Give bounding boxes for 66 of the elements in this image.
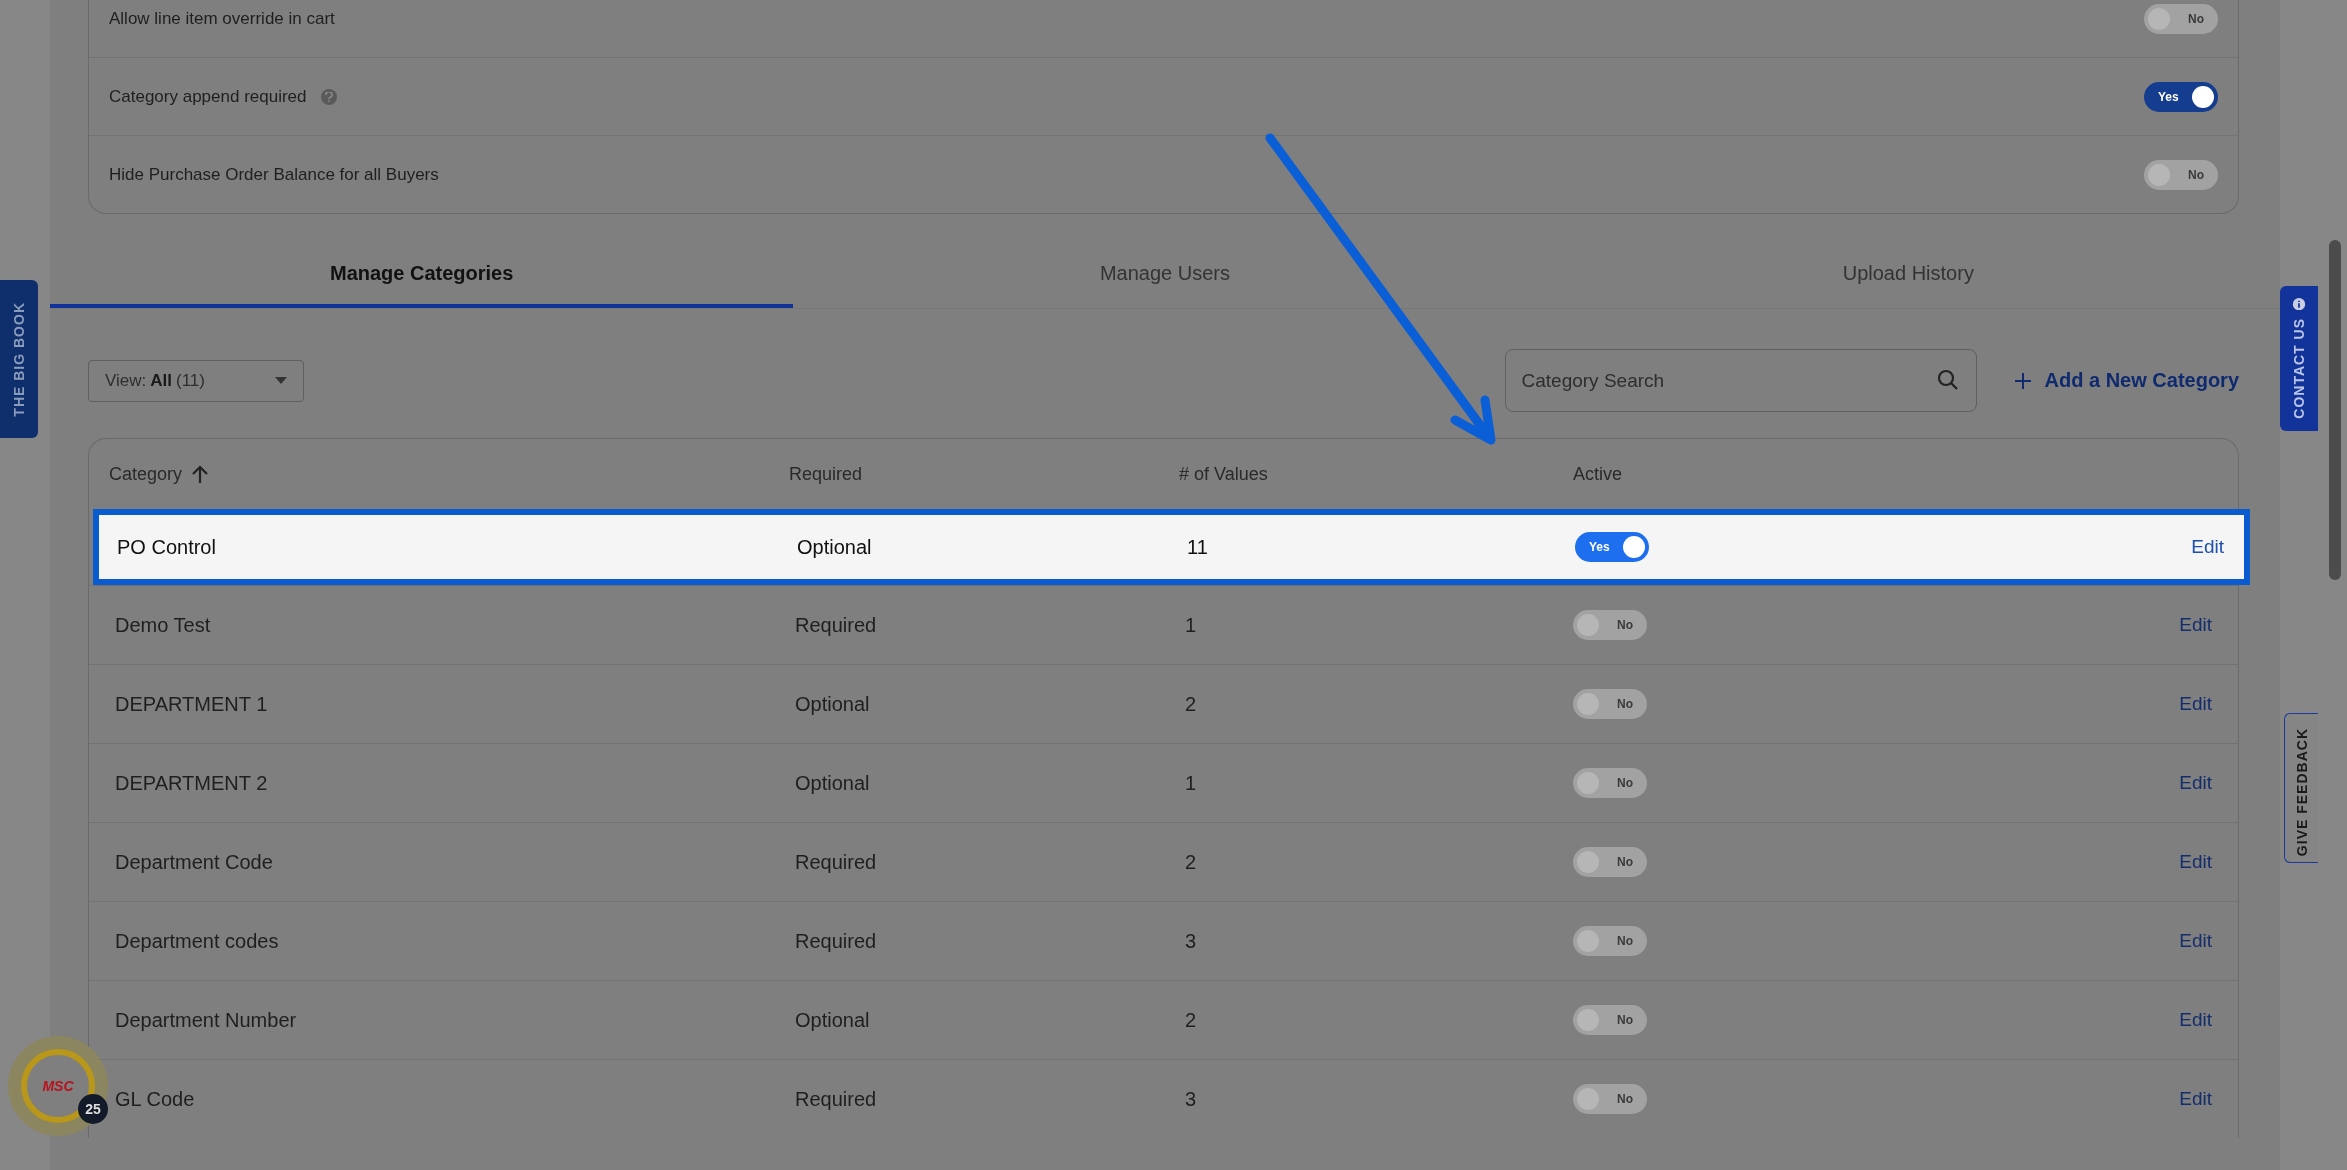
toggle-switch[interactable]: Yes <box>1575 532 1649 562</box>
tab[interactable]: Manage Users <box>793 242 1537 308</box>
side-tab[interactable]: THE BIG BOOK <box>0 280 38 438</box>
table-cell-text: Optional <box>796 535 873 559</box>
table-cell-text: 3 <box>1184 1087 1198 1111</box>
plus-icon <box>2014 372 2031 389</box>
setting-label: Category append required <box>109 86 307 107</box>
toggle-switch[interactable]: No <box>2144 159 2218 190</box>
toggle-switch[interactable]: Yes <box>2144 81 2218 112</box>
table-cell-text: 1 <box>1184 613 1198 637</box>
table-cell-text: Required <box>794 1087 878 1111</box>
table-cell-text: 2 <box>1184 692 1198 716</box>
caret-icon <box>275 377 287 384</box>
edit-link[interactable]: Edit <box>2173 1008 2218 1032</box>
table-cell-text: 2 <box>1184 1008 1198 1032</box>
toggle-switch[interactable]: No <box>1573 847 1647 877</box>
give-feedback-tab[interactable]: GIVE FEEDBACK <box>2284 713 2318 863</box>
edit-link[interactable]: Edit <box>2173 850 2218 874</box>
setting-label: Hide Purchase Order Balance for all Buyers <box>109 164 439 185</box>
toggle-switch[interactable]: No <box>1573 1005 1647 1035</box>
table-cell-text: GL Code <box>114 1087 196 1111</box>
edit-link[interactable]: Edit <box>2185 535 2230 559</box>
info-icon <box>2292 298 2306 311</box>
column-header[interactable]: # of Values <box>1179 463 1268 485</box>
scrollbar[interactable] <box>2329 240 2341 580</box>
table-cell-text: DEPARTMENT 1 <box>114 692 269 716</box>
edit-link[interactable]: Edit <box>2173 1087 2218 1111</box>
edit-link[interactable]: Edit <box>2173 613 2218 637</box>
sort-arrow-icon[interactable] <box>192 465 209 483</box>
table-cell-text: PO Control <box>116 535 217 559</box>
toggle-switch[interactable]: No <box>1573 768 1647 798</box>
table-cell-text: Required <box>794 929 878 953</box>
table-cell-text: Department codes <box>114 929 280 953</box>
table-cell-text: Optional <box>794 771 871 795</box>
column-header[interactable]: Active <box>1573 463 1623 485</box>
setting-label: Allow line item override in cart <box>109 8 335 29</box>
column-header[interactable]: Required <box>789 463 863 485</box>
tab[interactable]: Upload History <box>1536 242 2280 308</box>
table-cell-text: Department Code <box>114 850 274 874</box>
table-cell-text: 3 <box>1184 929 1198 953</box>
search-icon[interactable] <box>1936 369 1959 391</box>
table-cell-text: 1 <box>1184 771 1198 795</box>
table-cell-text: DEPARTMENT 2 <box>114 771 269 795</box>
edit-link[interactable]: Edit <box>2173 771 2218 795</box>
toggle-switch[interactable]: No <box>1573 1084 1647 1114</box>
table-cell-text: Optional <box>794 1008 871 1032</box>
tab[interactable]: Manage Categories <box>50 242 794 308</box>
table-cell-text: Required <box>794 613 878 637</box>
count-badge: 25 <box>78 1094 108 1124</box>
add-category-link[interactable]: Add a New Category <box>2014 369 2239 392</box>
table-cell-text: Demo Test <box>114 613 212 637</box>
table-cell-text: 2 <box>1184 850 1198 874</box>
table-cell-text: 11 <box>1186 535 1209 559</box>
view-dropdown[interactable]: View: All (11) <box>88 359 304 402</box>
contact-us-tab[interactable]: CONTACT US <box>2280 286 2318 431</box>
toggle-switch[interactable]: No <box>1573 926 1647 956</box>
toggle-switch[interactable]: No <box>1573 610 1647 640</box>
edit-link[interactable]: Edit <box>2173 692 2218 716</box>
toggle-switch[interactable]: No <box>1573 689 1647 719</box>
column-header[interactable]: Category <box>109 463 183 485</box>
table-cell-text: Optional <box>794 692 871 716</box>
table-cell-text: Department Number <box>114 1008 298 1032</box>
table-cell-text: Required <box>794 850 878 874</box>
toggle-switch[interactable]: No <box>2144 3 2218 34</box>
edit-link[interactable]: Edit <box>2173 929 2218 953</box>
search-field[interactable]: Category Search <box>1504 349 1977 412</box>
